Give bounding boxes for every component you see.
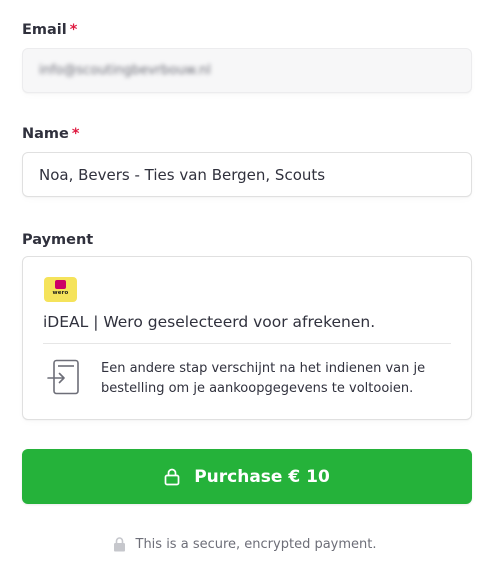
email-label-text: Email <box>22 22 67 38</box>
payment-label: Payment <box>22 232 94 248</box>
required-mark: * <box>71 126 80 142</box>
email-field[interactable] <box>22 48 472 93</box>
email-input[interactable] <box>23 49 471 92</box>
name-label-text: Name <box>22 126 69 142</box>
lock-icon <box>164 468 180 485</box>
name-label: Name * <box>22 126 79 142</box>
ideal-mark-icon <box>55 280 66 289</box>
purchase-button[interactable]: Purchase € 10 <box>22 449 472 504</box>
payment-selected-text: iDEAL | Wero geselecteerd voor afrekenen… <box>43 313 376 331</box>
required-mark: * <box>69 22 78 38</box>
purchase-button-label: Purchase € 10 <box>194 466 330 487</box>
redirect-notice: Een andere stap verschijnt na het indien… <box>101 361 426 396</box>
name-field[interactable] <box>22 152 472 197</box>
wero-logo-text: wero <box>52 290 69 296</box>
name-input[interactable] <box>23 153 471 196</box>
secure-payment-note: This is a secure, encrypted payment. <box>0 537 489 552</box>
redirect-icon <box>47 359 79 395</box>
lock-icon <box>113 537 125 552</box>
ideal-wero-logo: wero <box>44 277 77 302</box>
divider <box>43 343 451 344</box>
email-label: Email * <box>22 22 77 38</box>
secure-note-text: This is a secure, encrypted payment. <box>135 537 377 552</box>
payment-method-box[interactable]: wero iDEAL | Wero geselecteerd voor afre… <box>22 256 472 420</box>
